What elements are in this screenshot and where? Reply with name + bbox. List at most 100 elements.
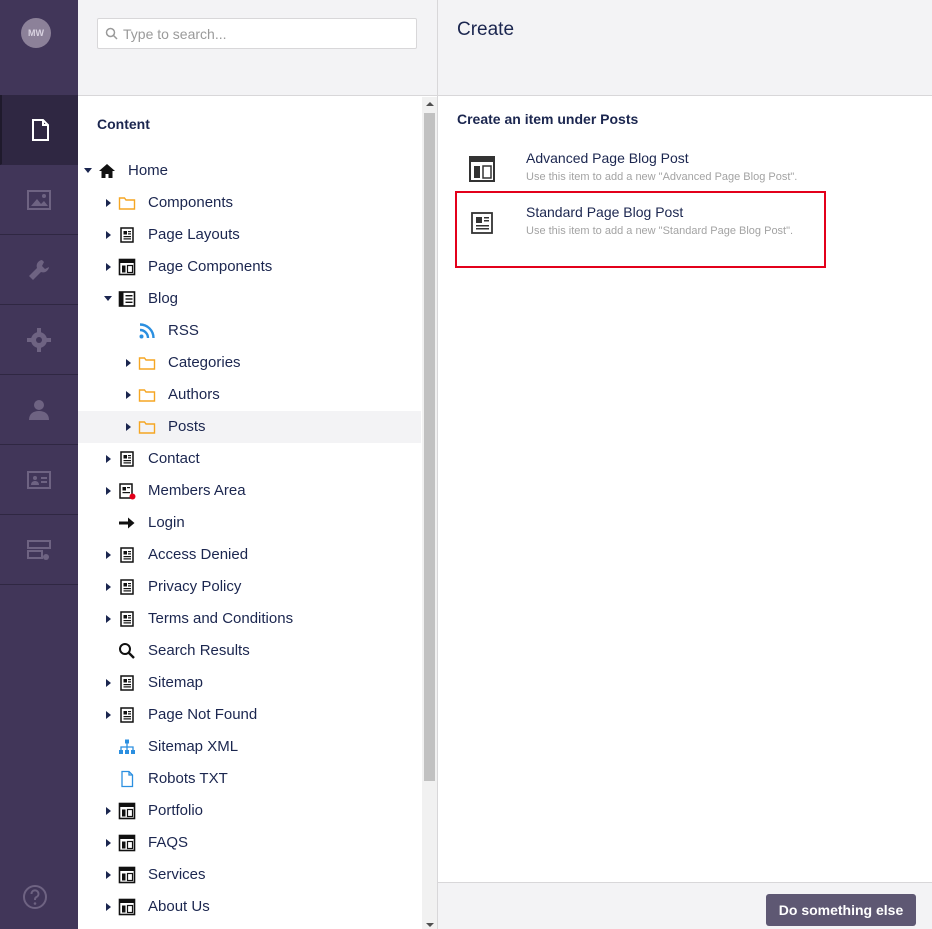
page-icon: [118, 674, 136, 692]
tree-node-search-results[interactable]: Search Results: [78, 635, 421, 667]
tree-node-sitemap-xml[interactable]: Sitemap XML: [78, 731, 421, 763]
collapse-caret[interactable]: [84, 168, 92, 173]
folder-icon: [138, 386, 156, 404]
arrow-right-icon: [118, 514, 136, 532]
tree-node-components[interactable]: Components: [78, 187, 421, 219]
page-icon: [118, 610, 136, 628]
folder-icon: [138, 354, 156, 372]
search-icon: [118, 642, 136, 660]
layout-icon: [118, 802, 136, 820]
search-box[interactable]: [97, 18, 417, 49]
tree-node-label: Services: [148, 866, 206, 883]
tree-node-privacy-policy[interactable]: Privacy Policy: [78, 571, 421, 603]
expand-caret[interactable]: [106, 583, 111, 591]
tree-node-login[interactable]: Login: [78, 507, 421, 539]
user-icon: [29, 399, 49, 420]
expand-caret[interactable]: [106, 551, 111, 559]
expand-caret[interactable]: [106, 199, 111, 207]
create-item-name: Advanced Page Blog Post: [526, 150, 689, 166]
page-icon: [118, 706, 136, 724]
page-locked-icon: [118, 482, 136, 500]
search-icon: [105, 27, 118, 40]
tree-node-label: Authors: [168, 386, 220, 403]
create-subtitle: Create an item under Posts: [457, 111, 639, 127]
tree-node-faqs[interactable]: FAQS: [78, 827, 421, 859]
tree-node-label: Sitemap: [148, 674, 204, 691]
help-icon[interactable]: [22, 884, 48, 910]
tree-node-robots-txt[interactable]: Robots TXT: [78, 763, 421, 795]
tree-node-label: Contact: [148, 450, 200, 467]
layout-icon: [118, 834, 136, 852]
expand-caret[interactable]: [106, 231, 111, 239]
tree-node-label: Components: [148, 194, 234, 211]
tree-node-sitemap[interactable]: Sitemap: [78, 667, 421, 699]
scroll-down-arrow[interactable]: [426, 923, 434, 927]
section-packages[interactable]: [0, 305, 78, 375]
scroll-up-arrow[interactable]: [426, 102, 434, 106]
tree-node-page-layouts[interactable]: Page Layouts: [78, 219, 421, 251]
selection-highlight: [455, 191, 826, 268]
tree-node-label: Page Not Found: [148, 706, 258, 723]
section-forms[interactable]: [0, 515, 78, 585]
tree-node-contact[interactable]: Contact: [78, 443, 421, 475]
tree-title: Content: [97, 116, 150, 132]
tree-node-authors[interactable]: Authors: [78, 379, 421, 411]
section-content[interactable]: [0, 95, 78, 165]
tree-header: [78, 0, 437, 96]
expand-caret[interactable]: [106, 807, 111, 815]
tree-node-posts[interactable]: Posts: [78, 411, 421, 443]
page-icon: [118, 450, 136, 468]
tree-node-label: Privacy Policy: [148, 578, 242, 595]
tree-node-portfolio[interactable]: Portfolio: [78, 795, 421, 827]
expand-caret[interactable]: [126, 423, 131, 431]
tree-node-members-area[interactable]: Members Area: [78, 475, 421, 507]
id-card-icon: [27, 470, 51, 489]
expand-caret[interactable]: [106, 455, 111, 463]
expand-caret[interactable]: [106, 263, 111, 271]
tree-node-terms-and-conditions[interactable]: Terms and Conditions: [78, 603, 421, 635]
layout-icon: [469, 156, 495, 182]
sitemap-icon: [118, 738, 136, 756]
tree-node-access-denied[interactable]: Access Denied: [78, 539, 421, 571]
expand-caret[interactable]: [106, 711, 111, 719]
tree-node-label: Posts: [168, 418, 206, 435]
folder-icon: [138, 418, 156, 436]
tree-node-home[interactable]: Home: [78, 155, 421, 187]
avatar[interactable]: MW: [21, 18, 51, 48]
tree-node-rss[interactable]: RSS: [78, 315, 421, 347]
tree-node-label: RSS: [168, 322, 199, 339]
expand-caret[interactable]: [126, 391, 131, 399]
expand-caret[interactable]: [106, 903, 111, 911]
collapse-caret[interactable]: [104, 296, 112, 301]
do-something-else-button[interactable]: Do something else: [766, 894, 916, 926]
tree-scrollbar[interactable]: [422, 97, 437, 929]
section-members[interactable]: [0, 445, 78, 515]
document-icon: [32, 118, 49, 141]
page-title: Create: [457, 19, 515, 40]
tree-node-label: Page Layouts: [148, 226, 240, 243]
tree-node-label: Categories: [168, 354, 241, 371]
tree-node-label: Terms and Conditions: [148, 610, 294, 627]
expand-caret[interactable]: [106, 615, 111, 623]
tree-node-label: FAQS: [148, 834, 189, 851]
folder-icon: [118, 194, 136, 212]
tree-node-services[interactable]: Services: [78, 859, 421, 891]
section-media[interactable]: [0, 165, 78, 235]
tree-node-page-not-found[interactable]: Page Not Found: [78, 699, 421, 731]
tree-node-page-components[interactable]: Page Components: [78, 251, 421, 283]
layout-icon: [118, 258, 136, 276]
expand-caret[interactable]: [106, 839, 111, 847]
expand-caret[interactable]: [106, 871, 111, 879]
section-settings[interactable]: [0, 235, 78, 305]
expand-caret[interactable]: [106, 679, 111, 687]
expand-caret[interactable]: [126, 359, 131, 367]
expand-caret[interactable]: [106, 487, 111, 495]
tree-node-about-us[interactable]: About Us: [78, 891, 421, 923]
create-item-description: Use this item to add a new "Advanced Pag…: [526, 171, 798, 183]
tree-node-blog[interactable]: Blog: [78, 283, 421, 315]
search-input[interactable]: [123, 23, 408, 45]
section-users[interactable]: [0, 375, 78, 445]
layout-icon: [118, 866, 136, 884]
scroll-thumb[interactable]: [424, 113, 435, 781]
tree-node-categories[interactable]: Categories: [78, 347, 421, 379]
